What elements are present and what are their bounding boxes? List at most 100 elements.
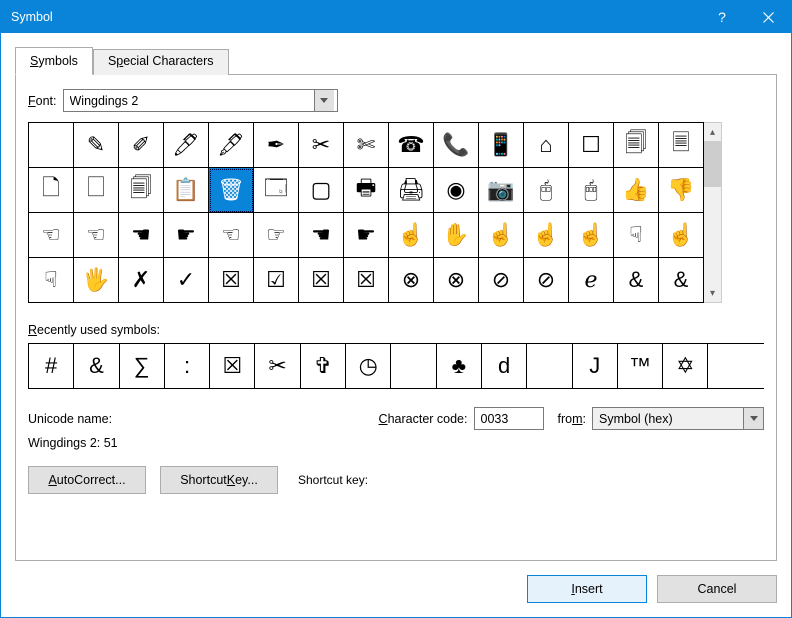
recent-symbol-cell[interactable]: ∑ xyxy=(120,344,165,388)
symbol-cell[interactable]: ☞ xyxy=(254,213,299,258)
from-combobox[interactable] xyxy=(592,407,764,430)
symbol-cell[interactable]: 👍 xyxy=(614,168,659,213)
symbol-cell[interactable]: 🗐 xyxy=(119,168,164,213)
symbol-cell[interactable]: ☝ xyxy=(569,213,614,258)
recent-symbol-cell[interactable]: d xyxy=(482,344,527,388)
symbol-cell[interactable]: ☝ xyxy=(389,213,434,258)
symbol-cell[interactable]: ☝ xyxy=(479,213,524,258)
symbol-cell[interactable]: 🗐 xyxy=(614,123,659,168)
symbol-cell[interactable]: ☟ xyxy=(614,213,659,258)
scroll-thumb[interactable] xyxy=(704,141,721,187)
cancel-button[interactable]: Cancel xyxy=(657,575,777,603)
symbol-cell[interactable]: ☚ xyxy=(119,213,164,258)
recent-symbol-cell[interactable]: ◷ xyxy=(346,344,391,388)
symbol-cell[interactable]: 🖐 xyxy=(74,258,119,303)
symbol-cell[interactable]: 🖊 xyxy=(164,123,209,168)
scroll-track[interactable] xyxy=(704,187,721,284)
symbol-cell[interactable]: 🖋 xyxy=(209,123,254,168)
symbol-cell[interactable]: & xyxy=(659,258,704,303)
recent-symbol-cell[interactable]: ✂ xyxy=(255,344,300,388)
recent-symbol-cell[interactable] xyxy=(527,344,572,388)
symbol-cell[interactable]: ☎ xyxy=(389,123,434,168)
symbol-cell[interactable]: 🗏 xyxy=(659,123,704,168)
symbol-cell[interactable]: ⊘ xyxy=(479,258,524,303)
recent-symbol-cell[interactable]: ☒ xyxy=(210,344,255,388)
scroll-up-icon[interactable]: ▴ xyxy=(704,123,721,141)
symbol-cell[interactable]: ✗ xyxy=(119,258,164,303)
symbol-cell[interactable]: ☜ xyxy=(209,213,254,258)
shortcut-key-button[interactable]: Shortcut Key... xyxy=(160,466,278,494)
unicode-name-label: Unicode name: xyxy=(28,412,379,426)
symbol-cell[interactable]: ▢ xyxy=(299,168,344,213)
recent-symbol-cell[interactable]: & xyxy=(74,344,119,388)
recent-symbol-cell[interactable]: ✞ xyxy=(301,344,346,388)
font-combobox[interactable] xyxy=(63,89,338,112)
symbol-cell[interactable]: ⊘ xyxy=(524,258,569,303)
chevron-down-icon[interactable] xyxy=(314,90,334,111)
symbol-cell[interactable]: 🖱 xyxy=(569,168,614,213)
tab-symbols[interactable]: Symbols xyxy=(15,47,93,75)
symbol-cell[interactable]: ✐ xyxy=(119,123,164,168)
symbol-cell[interactable]: 🖰 xyxy=(524,168,569,213)
symbol-grid[interactable]: ✎✐🖊🖋✒✂✄☎📞📱⌂☐🗐🗏🗋🗌🗐📋🗑🗔▢🖶🖨◉📷🖰🖱👍👎☜☜☚☛☜☞☚☛☝✋☝… xyxy=(28,122,704,303)
help-button[interactable]: ? xyxy=(699,1,745,33)
tab-special-characters[interactable]: Special Characters xyxy=(93,49,229,75)
tab-strip: Symbols Special Characters xyxy=(15,47,777,75)
symbol-cell[interactable]: ✄ xyxy=(344,123,389,168)
symbol-cell[interactable]: 🖶 xyxy=(344,168,389,213)
recent-symbol-cell[interactable]: : xyxy=(165,344,210,388)
recent-symbol-cell[interactable]: J xyxy=(573,344,618,388)
symbol-cell[interactable]: 🗌 xyxy=(74,168,119,213)
shortcut-key-label: Shortcut key: xyxy=(298,473,368,487)
symbol-cell[interactable]: ✂ xyxy=(299,123,344,168)
symbol-cell[interactable]: ☝ xyxy=(524,213,569,258)
symbol-cell[interactable]: ☜ xyxy=(74,213,119,258)
symbol-cell[interactable]: ☑ xyxy=(254,258,299,303)
symbol-cell[interactable]: ✒ xyxy=(254,123,299,168)
symbol-cell[interactable]: 🗑 xyxy=(209,168,254,213)
symbol-cell[interactable]: ✓ xyxy=(164,258,209,303)
symbol-cell[interactable]: ☒ xyxy=(299,258,344,303)
font-input[interactable] xyxy=(64,90,314,111)
symbol-cell[interactable]: ☒ xyxy=(344,258,389,303)
symbol-cell[interactable]: 🗔 xyxy=(254,168,299,213)
symbol-cell[interactable]: ☒ xyxy=(209,258,254,303)
symbol-cell[interactable]: ☛ xyxy=(344,213,389,258)
symbol-cell[interactable]: ℯ xyxy=(569,258,614,303)
character-code-input[interactable] xyxy=(474,407,544,430)
symbol-cell[interactable]: 🖨 xyxy=(389,168,434,213)
autocorrect-button[interactable]: AutoCorrect... xyxy=(28,466,146,494)
symbol-cell[interactable]: 📱 xyxy=(479,123,524,168)
symbol-cell[interactable]: & xyxy=(614,258,659,303)
recent-symbol-cell[interactable]: # xyxy=(29,344,74,388)
recent-symbol-cell[interactable]: ♣ xyxy=(437,344,482,388)
symbol-cell[interactable]: ☚ xyxy=(299,213,344,258)
insert-button[interactable]: Insert xyxy=(527,575,647,603)
symbol-cell[interactable]: ✋ xyxy=(434,213,479,258)
symbol-cell[interactable]: ☝ xyxy=(659,213,704,258)
chevron-down-icon[interactable] xyxy=(743,408,763,429)
recent-symbol-cell[interactable]: ✡ xyxy=(663,344,708,388)
symbol-cell[interactable]: ⌂ xyxy=(524,123,569,168)
close-button[interactable] xyxy=(745,1,791,33)
symbol-cell[interactable]: ☐ xyxy=(569,123,614,168)
recent-symbols-grid[interactable]: #&∑:☒✂✞◷ ♣d J™✡ xyxy=(28,343,764,389)
symbol-cell[interactable] xyxy=(29,123,74,168)
symbol-cell[interactable]: ◉ xyxy=(434,168,479,213)
grid-scrollbar[interactable]: ▴ ▾ xyxy=(704,122,722,303)
symbol-cell[interactable]: ☛ xyxy=(164,213,209,258)
symbol-cell[interactable]: 📞 xyxy=(434,123,479,168)
symbol-cell[interactable]: ⊗ xyxy=(389,258,434,303)
symbol-cell[interactable]: ☟ xyxy=(29,258,74,303)
symbol-cell[interactable]: ✎ xyxy=(74,123,119,168)
from-input[interactable] xyxy=(593,408,743,429)
recent-symbol-cell[interactable]: ™ xyxy=(618,344,663,388)
symbol-cell[interactable]: 📷 xyxy=(479,168,524,213)
symbol-cell[interactable]: 📋 xyxy=(164,168,209,213)
symbol-cell[interactable]: 🗋 xyxy=(29,168,74,213)
scroll-down-icon[interactable]: ▾ xyxy=(704,284,721,302)
symbol-cell[interactable]: ⊗ xyxy=(434,258,479,303)
recent-symbol-cell[interactable] xyxy=(391,344,436,388)
symbol-cell[interactable]: 👎 xyxy=(659,168,704,213)
symbol-cell[interactable]: ☜ xyxy=(29,213,74,258)
